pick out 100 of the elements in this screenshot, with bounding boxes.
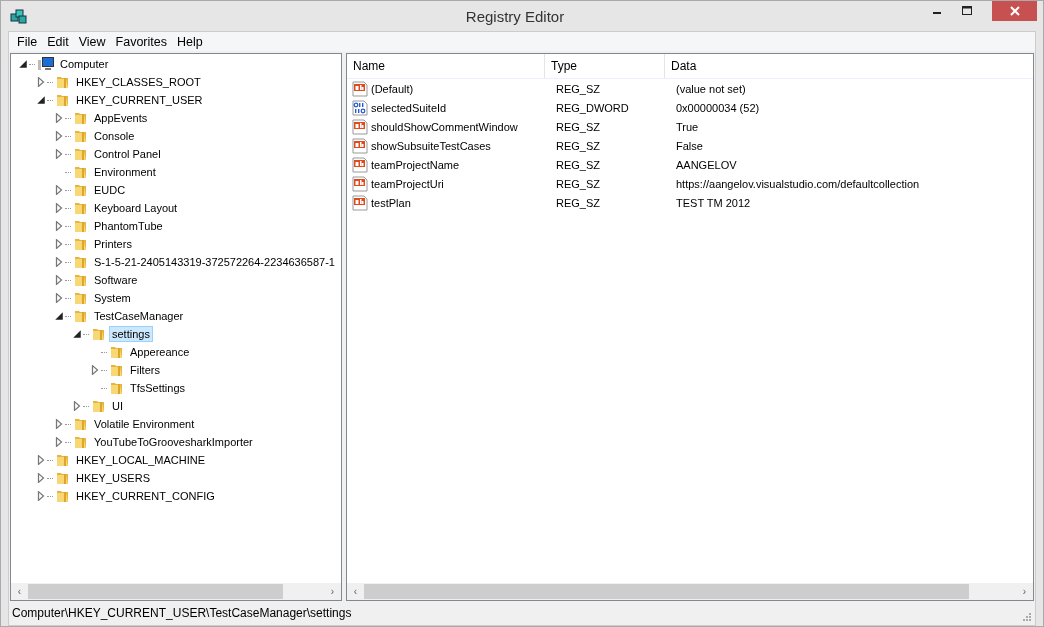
scroll-right-button[interactable]: › (1016, 583, 1033, 600)
folder-icon (73, 182, 89, 198)
menu-item[interactable]: Help (172, 34, 208, 49)
folder-icon (73, 290, 89, 306)
collapsed-arrow-icon[interactable] (36, 473, 46, 483)
menu-item[interactable]: Edit (42, 34, 74, 49)
folder-icon (73, 146, 89, 162)
tree-item[interactable]: S-1-5-21-2405143319-372572264-2234636587-1 (91, 254, 338, 270)
tree-item[interactable]: Environment (91, 164, 159, 180)
value-data: (value not set) (675, 82, 746, 95)
collapsed-arrow-icon[interactable] (54, 257, 64, 267)
string-value-icon (352, 194, 368, 211)
collapsed-arrow-icon[interactable] (90, 365, 100, 375)
value-row[interactable]: teamProjectName REG_SZ AANGELOV (347, 155, 1033, 174)
tree-item[interactable]: TfsSettings (127, 380, 189, 396)
folder-icon (73, 308, 89, 324)
collapsed-arrow-icon[interactable] (54, 275, 64, 285)
menu-item[interactable]: View (73, 34, 111, 49)
tree-item[interactable]: System (91, 290, 134, 306)
string-value-icon (352, 156, 368, 173)
tree-item[interactable]: HKEY_USERS (73, 470, 153, 486)
value-row[interactable]: shouldShowCommentWindow REG_SZ True (347, 117, 1033, 136)
computer-icon (37, 56, 55, 72)
collapsed-arrow-icon[interactable] (72, 401, 82, 411)
folder-icon (73, 164, 89, 180)
folder-icon (55, 470, 71, 486)
string-value-icon (352, 118, 368, 135)
value-name: testPlan (371, 196, 411, 209)
column-header[interactable]: Name (347, 54, 545, 78)
tree-item[interactable]: UI (109, 398, 126, 414)
value-type: REG_SZ (555, 158, 601, 171)
tree-item[interactable]: AppEvents (91, 110, 151, 126)
scrollbar-thumb[interactable] (28, 584, 283, 599)
value-type: REG_SZ (555, 120, 601, 133)
binary-value-icon (352, 99, 368, 116)
folder-icon (91, 398, 107, 414)
tree-item[interactable]: Printers (91, 236, 135, 252)
collapsed-arrow-icon[interactable] (36, 455, 46, 465)
expanded-arrow-icon[interactable] (54, 311, 64, 321)
tree-item[interactable]: HKEY_CURRENT_CONFIG (73, 488, 218, 504)
tree-item[interactable]: Computer (57, 56, 112, 72)
folder-icon (73, 128, 89, 144)
tree-item[interactable]: Appereance (127, 344, 193, 360)
value-row[interactable]: selectedSuiteId REG_DWORD 0x00000034 (52) (347, 98, 1033, 117)
tree-item[interactable]: TestCaseManager (91, 308, 187, 324)
value-row[interactable]: testPlan REG_SZ TEST TM 2012 (347, 193, 1033, 212)
collapsed-arrow-icon[interactable] (54, 437, 64, 447)
collapsed-arrow-icon[interactable] (54, 239, 64, 249)
value-row[interactable]: showSubsuiteTestCases REG_SZ False (347, 136, 1033, 155)
value-name: showSubsuiteTestCases (371, 139, 491, 152)
folder-icon (109, 344, 125, 360)
expanded-arrow-icon[interactable] (72, 329, 82, 339)
collapsed-arrow-icon[interactable] (54, 203, 64, 213)
expanded-arrow-icon[interactable] (36, 95, 46, 105)
menu-item[interactable]: File (12, 34, 43, 49)
tree-item[interactable]: Software (91, 272, 141, 288)
tree-item[interactable]: settings (109, 326, 153, 342)
tree-item[interactable]: Filters (127, 362, 163, 378)
tree-item[interactable]: Keyboard Layout (91, 200, 181, 216)
collapsed-arrow-icon[interactable] (36, 491, 46, 501)
string-value-icon (352, 175, 368, 192)
tree-item[interactable]: HKEY_LOCAL_MACHINE (73, 452, 208, 468)
resize-grip-icon[interactable] (1022, 612, 1032, 622)
column-header[interactable]: Type (545, 54, 665, 78)
tree-item[interactable]: Console (91, 128, 138, 144)
tree-item[interactable]: PhantomTube (91, 218, 166, 234)
tree-item[interactable]: Volatile Environment (91, 416, 198, 432)
collapsed-arrow-icon[interactable] (54, 113, 64, 123)
value-name: teamProjectName (371, 158, 460, 171)
value-type: REG_DWORD (555, 101, 630, 114)
menu-item[interactable]: Favorites (110, 34, 172, 49)
folder-icon (73, 254, 89, 270)
value-row[interactable]: teamProjectUri REG_SZ https://aangelov.visualstudio.com/defaultcollection (347, 174, 1033, 193)
collapsed-arrow-icon[interactable] (54, 185, 64, 195)
collapsed-arrow-icon[interactable] (54, 419, 64, 429)
collapsed-arrow-icon[interactable] (54, 131, 64, 141)
tree-item[interactable]: EUDC (91, 182, 129, 198)
close-button[interactable] (992, 1, 1037, 21)
tree-item[interactable]: YouTubeToGroovesharkImporter (91, 434, 256, 450)
tree-item[interactable]: HKEY_CURRENT_USER (73, 92, 206, 108)
column-header[interactable]: Data (665, 54, 1033, 78)
scroll-left-button[interactable]: ‹ (11, 583, 28, 600)
collapsed-arrow-icon[interactable] (54, 221, 64, 231)
tree-item[interactable]: Control Panel (91, 146, 164, 162)
value-row[interactable]: (Default) REG_SZ (value not set) (347, 79, 1033, 98)
tree-item[interactable]: HKEY_CLASSES_ROOT (73, 74, 204, 90)
collapsed-arrow-icon[interactable] (36, 77, 46, 87)
folder-icon (73, 434, 89, 450)
folder-icon (73, 416, 89, 432)
scrollbar-thumb[interactable] (364, 584, 969, 599)
string-value-icon (352, 137, 368, 154)
folder-icon (91, 326, 107, 342)
folder-icon (73, 218, 89, 234)
expanded-arrow-icon[interactable] (18, 59, 28, 69)
scroll-left-button[interactable]: ‹ (347, 583, 364, 600)
scroll-right-button[interactable]: › (324, 583, 341, 600)
collapsed-arrow-icon[interactable] (54, 149, 64, 159)
status-path: Computer\HKEY_CURRENT_USER\TestCaseManager\settings (12, 606, 352, 620)
collapsed-arrow-icon[interactable] (54, 293, 64, 303)
value-type: REG_SZ (555, 196, 601, 209)
